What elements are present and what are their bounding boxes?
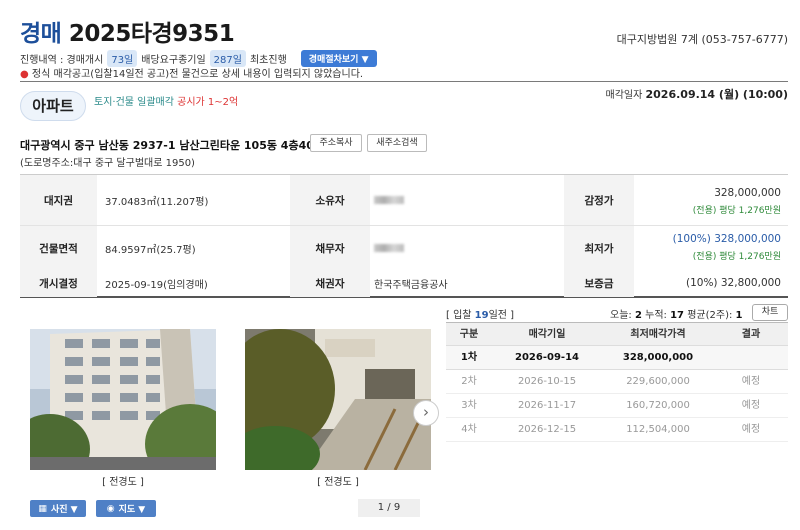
dividend-label: 배당요구종기일 xyxy=(141,55,206,66)
public-price-text: 공시가 1~2억 xyxy=(177,97,239,108)
photo-button-label: 사진 ▼ xyxy=(50,505,78,515)
bid-suffix: 일전 ] xyxy=(488,310,515,321)
price: 112,504,000 xyxy=(626,424,690,435)
result: 예정 xyxy=(741,376,761,387)
creditor-label: 채권자 xyxy=(290,270,370,297)
owner-label: 소유자 xyxy=(290,175,370,225)
grid-icon: ▦ xyxy=(38,503,47,514)
case-title: 경매 2025타경9351 xyxy=(20,14,235,48)
date: 2026-09-14 xyxy=(515,352,579,363)
minimum-sub: (전용) 평당 1,276만원 xyxy=(692,252,781,262)
minimum-value: (100%) 328,000,000 xyxy=(672,233,781,245)
notice-bullet-icon: ● xyxy=(20,69,29,80)
today-count: 2 xyxy=(634,310,642,321)
round: 2차 xyxy=(461,376,477,387)
progress-label: 진행내역 : 경매개시 xyxy=(20,55,104,66)
photo-pager: 1 / 9 xyxy=(358,499,420,517)
building-area-label: 건물면적 xyxy=(20,226,97,270)
info-table: 대지권 37.0483㎡(11.207평) 소유자 감정가 328,000,00… xyxy=(20,174,788,298)
map-button-label: 지도 ▼ xyxy=(118,505,146,515)
notice-text: 정식 매각공고(입찰14일전 공고)전 물건으로 상세 내용이 입력되지 않았습… xyxy=(31,69,364,80)
first-label: 최초진행 xyxy=(249,55,287,66)
map-pin-icon: ◉ xyxy=(106,503,115,514)
divider xyxy=(20,81,788,82)
total-label: 누적: xyxy=(645,310,667,321)
date: 2026-12-15 xyxy=(517,424,577,435)
court-info: 대구지방법원 7계 (053-757-6777) xyxy=(616,33,788,46)
building-area-value: 84.9597㎡(25.7평) xyxy=(105,244,196,256)
owner-value-blurred xyxy=(374,196,404,204)
land-building-text: 토지·건물 일괄매각 xyxy=(94,97,174,108)
bid-prefix: [ 입찰 xyxy=(446,310,472,321)
creditor-value: 한국주택금융공사 xyxy=(374,280,448,291)
round: 4차 xyxy=(461,424,477,435)
photo-button[interactable]: ▦ 사진 ▼ xyxy=(30,500,86,517)
case-number: 2025타경9351 xyxy=(68,21,235,47)
start-value: 2025-09-19(임의경매) xyxy=(105,280,208,291)
notice: ● 정식 매각공고(입찰14일전 공고)전 물건으로 상세 내용이 입력되지 않… xyxy=(20,65,363,80)
col-date: 매각기일 xyxy=(528,329,566,340)
date: 2026-10-15 xyxy=(517,376,577,387)
view-stats: 오늘: 2 누적: 17 평균(2주): 1 xyxy=(610,306,743,321)
result: 예정 xyxy=(741,400,761,411)
appraisal-label: 감정가 xyxy=(564,175,634,225)
date: 2026-11-17 xyxy=(517,400,577,411)
sale-date-label: 매각일자 xyxy=(605,90,643,101)
result: 예정 xyxy=(741,424,761,435)
title-prefix: 경매 xyxy=(20,21,62,47)
avg-count: 1 xyxy=(735,310,743,321)
new-address-button[interactable]: 새주소검색 xyxy=(367,134,427,152)
price: 328,000,000 xyxy=(622,352,694,363)
property-type-badge: 아파트 xyxy=(20,91,86,121)
road-address: (도로명주소:대구 중구 달구벌대로 1950) xyxy=(20,158,195,169)
round: 3차 xyxy=(461,400,477,411)
schedule-row: 2차 2026-10-15 229,600,000 예정 xyxy=(446,370,788,394)
debtor-value-blurred xyxy=(374,244,404,252)
map-button[interactable]: ◉ 지도 ▼ xyxy=(96,500,156,517)
round: 1차 xyxy=(460,352,478,363)
schedule-header-row: 구분 매각기일 최저매각가격 결과 xyxy=(446,322,788,346)
schedule-row: 1차 2026-09-14 328,000,000 xyxy=(446,346,788,370)
info-row: 개시결정 2025-09-19(임의경매) 채권자 한국주택금융공사 보증금 (… xyxy=(20,270,788,297)
deposit-value: (10%) 32,800,000 xyxy=(686,277,781,289)
col-round: 구분 xyxy=(459,329,479,340)
col-result: 결과 xyxy=(741,329,761,340)
sale-date-value: 2026.09.14 (월) (10:00) xyxy=(645,88,789,101)
sale-info: 토지·건물 일괄매각 공시가 1~2억 xyxy=(94,93,238,108)
chart-button[interactable]: 차트 xyxy=(752,304,788,321)
bid-days: 19 xyxy=(474,310,489,321)
price: 229,600,000 xyxy=(626,376,690,387)
next-photo-chevron-right-icon[interactable]: › xyxy=(413,400,439,426)
today-label: 오늘: xyxy=(610,310,632,321)
photo-caption-2: [ 전경도 ] xyxy=(317,477,359,488)
info-row: 건물면적 84.9597㎡(25.7평) 채무자 최저가 (100%) 328,… xyxy=(20,226,788,270)
bid-countdown: [ 입찰 19일전 ] xyxy=(446,306,514,321)
land-right-label: 대지권 xyxy=(20,175,97,225)
schedule-row: 4차 2026-12-15 112,504,000 예정 xyxy=(446,418,788,442)
debtor-label: 채무자 xyxy=(290,226,370,270)
info-row: 대지권 37.0483㎡(11.207평) 소유자 감정가 328,000,00… xyxy=(20,175,788,226)
result xyxy=(714,346,788,370)
building-photo-1[interactable] xyxy=(30,329,216,470)
appraisal-sub: (전용) 평당 1,276만원 xyxy=(692,206,781,216)
photo-caption-1: [ 전경도 ] xyxy=(102,477,144,488)
price: 160,720,000 xyxy=(626,400,690,411)
copy-address-button[interactable]: 주소복사 xyxy=(310,134,362,152)
total-count: 17 xyxy=(670,310,685,321)
avg-label: 평균(2주): xyxy=(687,310,733,321)
land-right-value: 37.0483㎡(11.207평) xyxy=(105,196,209,208)
schedule-row: 3차 2026-11-17 160,720,000 예정 xyxy=(446,394,788,418)
appraisal-value: 328,000,000 xyxy=(714,187,781,199)
sale-date: 매각일자 2026.09.14 (월) (10:00) xyxy=(606,86,789,102)
deposit-label: 보증금 xyxy=(564,270,634,297)
start-label: 개시결정 xyxy=(20,270,97,297)
col-price: 최저매각가격 xyxy=(630,329,686,340)
building-photo-2[interactable] xyxy=(245,329,431,470)
minimum-label: 최저가 xyxy=(564,226,634,270)
property-address: 대구광역시 중구 남산동 2937-1 남산그린타운 105동 4층402호 xyxy=(20,139,332,152)
